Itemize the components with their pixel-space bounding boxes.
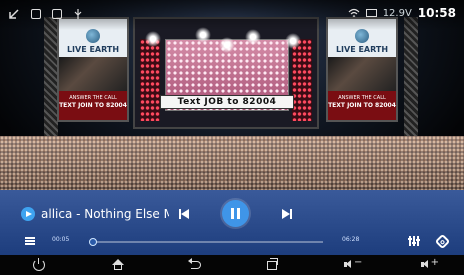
stage-light-column-right bbox=[292, 39, 312, 121]
play-indicator-icon bbox=[21, 207, 35, 221]
elapsed-time: 00:05 bbox=[52, 236, 70, 243]
progress-knob[interactable] bbox=[89, 238, 98, 246]
back-icon[interactable] bbox=[187, 258, 201, 269]
screen-caption-line1: ANSWER THE CALL bbox=[338, 95, 386, 101]
voltage-readout: 12.9V bbox=[382, 7, 412, 19]
status-right: 12.9V 10:58 bbox=[348, 6, 456, 20]
video-frame[interactable]: LIVE EARTH ANSWER THE CALL TEXT JOIN TO 8… bbox=[0, 0, 464, 200]
volume-up-icon[interactable]: + bbox=[420, 257, 439, 271]
next-bar-icon bbox=[290, 209, 292, 219]
video-screen-left: LIVE EARTH ANSWER THE CALL TEXT JOIN TO 8… bbox=[57, 17, 129, 122]
home-screen-icon bbox=[31, 9, 41, 19]
volume-down-icon[interactable]: − bbox=[343, 257, 362, 271]
status-bar: 12.9V 10:58 bbox=[0, 0, 464, 30]
battery-icon bbox=[365, 9, 377, 17]
stage bbox=[133, 17, 319, 129]
stage-light-flare bbox=[145, 31, 161, 47]
previous-track-button[interactable] bbox=[179, 208, 191, 220]
truss-left bbox=[44, 17, 58, 137]
stage-light-flare bbox=[219, 37, 235, 53]
power-icon[interactable] bbox=[33, 258, 46, 271]
screen-caption: ANSWER THE CALL TEXT JOIN TO 82004 bbox=[328, 91, 396, 120]
screen-performer-image bbox=[59, 57, 127, 91]
screen-performer-image bbox=[328, 57, 396, 91]
wifi-icon bbox=[348, 8, 360, 17]
total-time: 06:28 bbox=[342, 236, 360, 243]
screen-logo-text: LIVE EARTH bbox=[66, 45, 120, 54]
recent-apps-icon[interactable] bbox=[267, 257, 279, 270]
window-icon bbox=[52, 9, 62, 19]
progress-slider[interactable] bbox=[89, 238, 323, 246]
video-screen-right: LIVE EARTH ANSWER THE CALL TEXT JOIN TO 8… bbox=[326, 17, 398, 122]
status-left-icons bbox=[8, 8, 83, 20]
cast-icon bbox=[9, 9, 19, 19]
pause-button[interactable] bbox=[222, 200, 249, 227]
truss-right bbox=[404, 17, 418, 137]
next-track-button[interactable] bbox=[280, 208, 292, 220]
stage-light-column-left bbox=[140, 39, 160, 121]
next-triangle-icon bbox=[282, 209, 290, 219]
home-icon[interactable] bbox=[111, 259, 124, 271]
usb-icon bbox=[74, 9, 82, 19]
playlist-menu-icon[interactable] bbox=[25, 237, 35, 245]
player-controls: allica - Nothing Else Mat 00:05 06:28 bbox=[0, 190, 464, 255]
globe-icon bbox=[355, 29, 369, 43]
previous-triangle-icon bbox=[181, 209, 189, 219]
screen-caption-line1: ANSWER THE CALL bbox=[69, 95, 117, 101]
screen-caption: ANSWER THE CALL TEXT JOIN TO 82004 bbox=[59, 91, 127, 120]
stage-light-flare bbox=[245, 29, 261, 45]
globe-icon bbox=[86, 29, 100, 43]
equalizer-icon[interactable] bbox=[408, 236, 420, 246]
settings-icon[interactable] bbox=[434, 233, 451, 250]
stage-sign: Text JOB to 82004 bbox=[160, 95, 294, 109]
screen: LIVE EARTH ANSWER THE CALL TEXT JOIN TO 8… bbox=[0, 0, 464, 275]
stage-light-flare bbox=[285, 33, 301, 49]
song-title: allica - Nothing Else Mat bbox=[41, 207, 169, 221]
navigation-bar: − + bbox=[0, 255, 464, 275]
screen-caption-line2: TEXT JOIN TO 82004 bbox=[59, 102, 127, 109]
clock: 10:58 bbox=[417, 6, 456, 20]
screen-logo-text: LIVE EARTH bbox=[335, 45, 389, 54]
screen-caption-line2: TEXT JOIN TO 82004 bbox=[328, 102, 396, 109]
